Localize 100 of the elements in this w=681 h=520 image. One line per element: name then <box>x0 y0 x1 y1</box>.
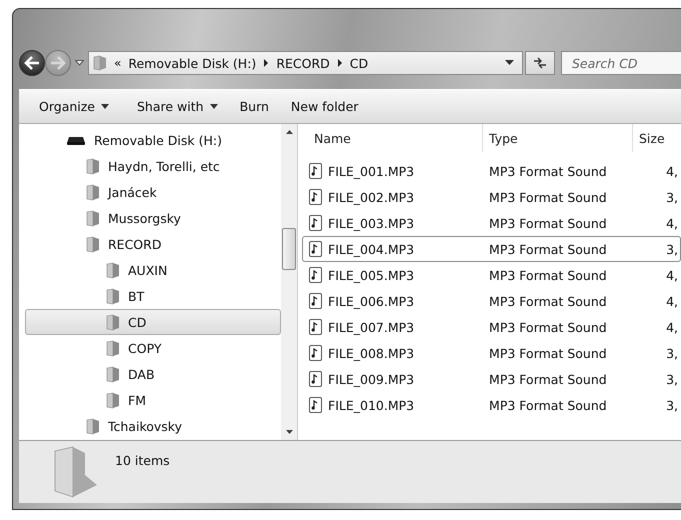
scrollbar-thumb[interactable] <box>282 228 296 270</box>
arrow-right-icon <box>50 56 66 70</box>
tree-item[interactable]: Tchaikovsky <box>25 413 281 439</box>
file-row[interactable]: FILE_007.MP3 MP3 Format Sound 4, <box>302 314 681 340</box>
file-name: FILE_003.MP3 <box>328 216 414 230</box>
tree-item[interactable]: BT <box>25 283 281 309</box>
file-size: 3, <box>665 398 679 412</box>
folder-icon <box>86 184 100 200</box>
file-size: 3, <box>665 372 679 386</box>
toolbar-button[interactable]: Organize <box>29 95 119 118</box>
file-size: 3, <box>665 242 679 256</box>
column-header[interactable]: Size <box>633 124 673 152</box>
overflow-chevron[interactable]: « <box>114 56 122 70</box>
refresh-button[interactable] <box>525 51 555 75</box>
audio-file-icon <box>309 163 322 179</box>
file-type: MP3 Format Sound <box>488 268 608 282</box>
refresh-arrows-icon <box>533 57 547 69</box>
scrollbar[interactable] <box>281 124 297 440</box>
back-button[interactable] <box>19 50 45 76</box>
file-size: 4, <box>665 268 679 282</box>
folder-icon <box>106 314 120 330</box>
audio-file-icon <box>309 397 322 413</box>
arrow-left-icon <box>24 56 40 70</box>
tree-item[interactable]: DAB <box>25 361 281 387</box>
scroll-up-arrow-icon[interactable] <box>286 130 292 134</box>
toolbar-button[interactable]: New folder <box>280 95 368 118</box>
folder-icon <box>86 210 100 226</box>
toolbar-button[interactable]: Share with <box>127 95 228 118</box>
audio-file-icon <box>309 371 322 387</box>
audio-file-icon <box>309 319 322 335</box>
tree-item[interactable]: FM <box>25 387 281 413</box>
breadcrumb[interactable]: Removable Disk (H:) <box>128 56 256 70</box>
folder-icon <box>86 418 100 434</box>
file-name: FILE_010.MP3 <box>328 398 414 412</box>
file-row[interactable]: FILE_001.MP3 MP3 Format Sound 4, <box>302 158 681 184</box>
tree-item[interactable]: Haydn, Torelli, etc <box>25 153 281 179</box>
audio-file-icon <box>309 241 322 257</box>
audio-file-icon <box>309 293 322 309</box>
tree-item[interactable]: Mussorgsky <box>25 205 281 231</box>
file-row[interactable]: FILE_006.MP3 MP3 Format Sound 4, <box>302 288 681 314</box>
file-type: MP3 Format Sound <box>488 242 608 256</box>
file-type: MP3 Format Sound <box>488 398 608 412</box>
audio-file-icon <box>309 215 322 231</box>
address-bar[interactable]: « Removable Disk (H:) RECORD CD <box>88 51 523 75</box>
tree-item[interactable]: Janácek <box>25 179 281 205</box>
file-row[interactable]: FILE_004.MP3 MP3 Format Sound 3, <box>302 236 681 262</box>
file-name: FILE_009.MP3 <box>328 372 414 386</box>
recent-pages-caret-icon[interactable] <box>75 60 84 66</box>
file-row[interactable]: FILE_008.MP3 MP3 Format Sound 3, <box>302 340 681 366</box>
tree-item[interactable]: CD <box>25 309 281 335</box>
search-field[interactable]: Search CD <box>561 51 681 75</box>
breadcrumb-arrow-icon[interactable] <box>263 59 270 67</box>
scroll-down-arrow-icon[interactable] <box>286 430 292 434</box>
folder-icon <box>106 288 120 304</box>
folder-icon <box>106 340 120 356</box>
file-row[interactable]: FILE_009.MP3 MP3 Format Sound 3, <box>302 366 681 392</box>
file-name: FILE_006.MP3 <box>328 294 414 308</box>
folder-icon <box>106 262 120 278</box>
drive-icon <box>66 135 86 145</box>
breadcrumb-arrow-icon[interactable] <box>336 59 343 67</box>
column-header[interactable]: Name <box>308 124 483 152</box>
file-type: MP3 Format Sound <box>488 372 608 386</box>
file-size: 4, <box>665 294 679 308</box>
file-name: FILE_005.MP3 <box>328 268 414 282</box>
breadcrumb[interactable]: RECORD <box>276 56 330 70</box>
file-type: MP3 Format Sound <box>488 294 608 308</box>
audio-file-icon <box>309 267 322 283</box>
toolbar-button[interactable]: Burn <box>230 95 279 118</box>
item-count: 10 items <box>115 453 170 468</box>
tree-item[interactable]: RECORD <box>25 231 281 257</box>
file-type: MP3 Format Sound <box>488 346 608 360</box>
file-name: FILE_002.MP3 <box>328 190 414 204</box>
audio-file-icon <box>309 189 322 205</box>
file-row[interactable]: FILE_005.MP3 MP3 Format Sound 4, <box>302 262 681 288</box>
caret-icon <box>210 104 218 109</box>
tree-item[interactable]: COPY <box>25 335 281 361</box>
folder-icon <box>93 55 107 71</box>
file-type: MP3 Format Sound <box>488 320 608 334</box>
audio-file-icon <box>309 345 322 361</box>
file-row[interactable]: FILE_003.MP3 MP3 Format Sound 4, <box>302 210 681 236</box>
file-row[interactable]: FILE_002.MP3 MP3 Format Sound 3, <box>302 184 681 210</box>
column-header[interactable]: Type <box>483 124 633 152</box>
breadcrumb[interactable]: CD <box>350 56 368 70</box>
file-size: 4, <box>665 164 679 178</box>
file-name: FILE_007.MP3 <box>328 320 414 334</box>
folder-icon <box>106 392 120 408</box>
tree-item[interactable]: Removable Disk (H:) <box>25 127 281 153</box>
file-type: MP3 Format Sound <box>488 216 608 230</box>
folder-icon <box>106 366 120 382</box>
tree-item[interactable]: AUXIN <box>25 257 281 283</box>
folder-icon <box>86 236 100 252</box>
folder-icon <box>86 158 100 174</box>
dropdown-caret-icon[interactable] <box>505 60 514 66</box>
file-name: FILE_004.MP3 <box>328 242 414 256</box>
file-name: FILE_008.MP3 <box>328 346 414 360</box>
file-size: 3, <box>665 190 679 204</box>
caret-icon <box>101 104 109 109</box>
file-size: 3, <box>665 346 679 360</box>
file-row[interactable]: FILE_010.MP3 MP3 Format Sound 3, <box>302 392 681 418</box>
file-name: FILE_001.MP3 <box>328 164 414 178</box>
